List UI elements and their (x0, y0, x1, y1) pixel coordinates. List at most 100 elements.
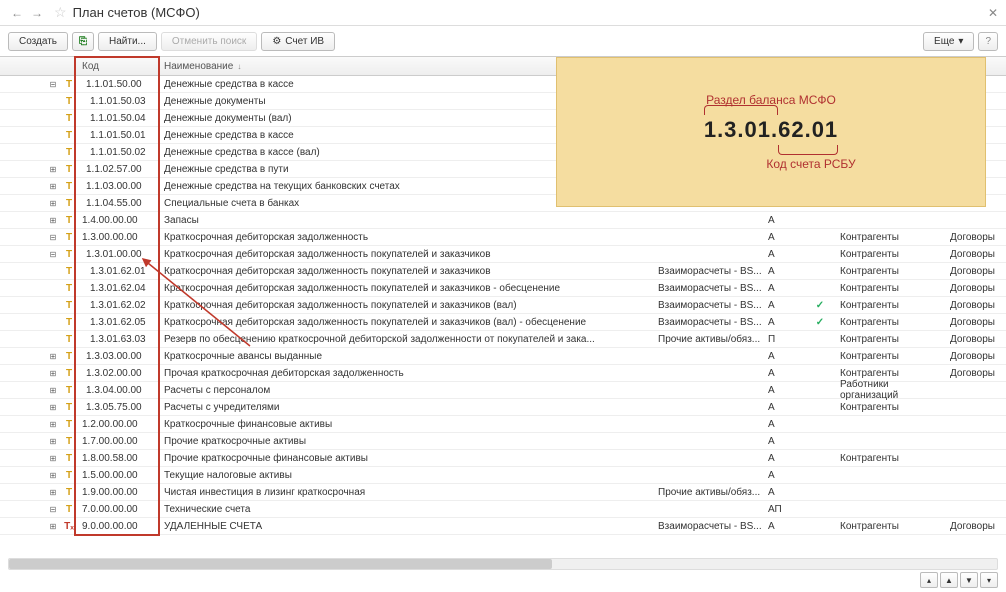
col-code[interactable]: Код (78, 61, 160, 72)
find-button[interactable]: Найти... (98, 32, 157, 51)
type-icon: Т (60, 232, 78, 243)
table-row[interactable]: ⊞Т1.1.03.00.00Денежные средства на текущ… (0, 178, 1006, 195)
scroll-bottom-icon[interactable]: ▾ (980, 572, 998, 588)
col-name[interactable]: Наименование↓ (160, 61, 654, 72)
table-row[interactable]: ⊟Т7.0.00.00.00Технические счетаАП (0, 501, 1006, 518)
collapse-icon[interactable]: ⊟ (48, 249, 58, 259)
accounts-table: Код Наименование↓ ⊟Т1.1.01.50.00Денежные… (0, 56, 1006, 535)
table-row[interactable]: Т1.3.01.62.04Краткосрочная дебиторская з… (0, 280, 1006, 297)
code-cell: 7.0.00.00.00 (78, 504, 160, 515)
type-icon: Т (60, 96, 78, 107)
expand-icon[interactable]: ⊞ (48, 436, 58, 446)
table-row[interactable]: ⊟Т1.1.01.50.00Денежные средства в кассе (0, 76, 1006, 93)
name-cell: Расчеты с учредителями (160, 402, 654, 413)
subconto1-cell: Контрагенты (836, 351, 946, 362)
table-row[interactable]: ⊞Т1.8.00.58.00Прочие краткосрочные финан… (0, 450, 1006, 467)
code-cell: 1.3.01.62.05 (78, 317, 160, 328)
subconto1-cell: Контрагенты (836, 402, 946, 413)
table-row[interactable]: ⊞Тₓ9.0.00.00.00УДАЛЕННЫЕ СЧЕТАВзаиморасч… (0, 518, 1006, 535)
horizontal-scrollbar[interactable] (8, 558, 998, 570)
code-cell: 1.1.01.50.01 (78, 130, 160, 141)
collapse-icon[interactable]: ⊟ (48, 232, 58, 242)
scroll-up-icon[interactable]: ▲ (940, 572, 958, 588)
name-cell: Краткосрочная дебиторская задолженность … (160, 266, 654, 277)
table-row[interactable]: ⊟Т1.3.00.00.00Краткосрочная дебиторская … (0, 229, 1006, 246)
table-row[interactable]: ⊞Т1.9.00.00.00Чистая инвестиция в лизинг… (0, 484, 1006, 501)
accounts-button[interactable]: ⚙ Счет ИВ (261, 32, 335, 51)
table-row[interactable]: ⊞Т1.3.05.75.00Расчеты с учредителямиАКон… (0, 399, 1006, 416)
star-icon[interactable]: ☆ (54, 4, 67, 21)
excel-icon: ⎘ (79, 36, 87, 47)
subconto2-cell: Договоры (946, 232, 1006, 243)
close-icon[interactable]: ✕ (988, 6, 998, 20)
expand-icon[interactable]: ⊞ (48, 198, 58, 208)
create-button[interactable]: Создать (8, 32, 68, 51)
help-button[interactable]: ? (978, 32, 998, 51)
table-row[interactable]: ⊞Т1.4.00.00.00ЗапасыА (0, 212, 1006, 229)
name-cell: Чистая инвестиция в лизинг краткосрочная (160, 487, 654, 498)
page-title: План счетов (МСФО) (73, 5, 200, 20)
table-row[interactable]: Т1.3.01.62.02Краткосрочная дебиторская з… (0, 297, 1006, 314)
table-row[interactable]: Т1.1.01.50.03Денежные документы (0, 93, 1006, 110)
collapse-icon[interactable]: ⊟ (48, 504, 58, 514)
table-row[interactable]: ⊞Т1.7.00.00.00Прочие краткосрочные актив… (0, 433, 1006, 450)
subconto1-cell: Контрагенты (836, 317, 946, 328)
collapse-icon[interactable]: ⊟ (48, 79, 58, 89)
table-row[interactable]: Т1.3.01.62.01Краткосрочная дебиторская з… (0, 263, 1006, 280)
more-button[interactable]: Еще ▾ (923, 32, 974, 51)
subconto2-cell: Договоры (946, 368, 1006, 379)
name-cell: Краткосрочная дебиторская задолженность (160, 232, 654, 243)
excel-export-button[interactable]: ⎘ (72, 32, 94, 51)
type-cell: А (764, 487, 804, 498)
code-cell: 1.3.01.00.00 (78, 249, 160, 260)
code-cell: 1.3.02.00.00 (78, 368, 160, 379)
table-row[interactable]: ⊞Т1.3.04.00.00Расчеты с персоналомАРабот… (0, 382, 1006, 399)
expand-icon[interactable]: ⊞ (48, 402, 58, 412)
expand-icon[interactable]: ⊞ (48, 351, 58, 361)
forward-icon[interactable]: → (28, 4, 46, 22)
expand-icon[interactable]: ⊞ (48, 164, 58, 174)
table-row[interactable]: ⊞Т1.3.03.00.00Краткосрочные авансы выдан… (0, 348, 1006, 365)
expand-icon[interactable]: ⊞ (48, 521, 58, 531)
expand-icon[interactable]: ⊞ (48, 215, 58, 225)
type-icon: Т (60, 130, 78, 141)
type-cell: А (764, 283, 804, 294)
table-row[interactable]: Т1.1.01.50.01Денежные средства в кассе (0, 127, 1006, 144)
back-icon[interactable]: ← (8, 4, 26, 22)
name-cell: Прочие краткосрочные активы (160, 436, 654, 447)
type-cell: А (764, 453, 804, 464)
expand-icon[interactable]: ⊞ (48, 181, 58, 191)
expand-icon[interactable]: ⊞ (48, 419, 58, 429)
table-row[interactable]: Т1.3.01.63.03Резерв по обесценению кратк… (0, 331, 1006, 348)
type-icon: Т (60, 181, 78, 192)
expand-icon[interactable]: ⊞ (48, 385, 58, 395)
view-cell: Взаиморасчеты - BS... (654, 283, 764, 294)
code-cell: 1.3.05.75.00 (78, 402, 160, 413)
table-row[interactable]: ⊟Т1.3.01.00.00Краткосрочная дебиторская … (0, 246, 1006, 263)
type-cell: А (764, 419, 804, 430)
table-row[interactable]: ⊞Т1.1.02.57.00Денежные средства в пути (0, 161, 1006, 178)
scroll-top-icon[interactable]: ▴ (920, 572, 938, 588)
subconto1-cell: Контрагенты (836, 453, 946, 464)
type-icon: Т (60, 453, 78, 464)
table-row[interactable]: Т1.1.01.50.02Денежные средства в кассе (… (0, 144, 1006, 161)
table-row[interactable]: Т1.1.01.50.04Денежные документы (вал) (0, 110, 1006, 127)
scroll-down-icon[interactable]: ▼ (960, 572, 978, 588)
table-row[interactable]: ⊞Т1.1.04.55.00Специальные счета в банках… (0, 195, 1006, 212)
code-cell: 1.3.01.63.03 (78, 334, 160, 345)
expand-icon[interactable]: ⊞ (48, 368, 58, 378)
code-cell: 1.5.00.00.00 (78, 470, 160, 481)
table-row[interactable]: Т1.3.01.62.05Краткосрочная дебиторская з… (0, 314, 1006, 331)
table-row[interactable]: ⊞Т1.5.00.00.00Текущие налоговые активыА (0, 467, 1006, 484)
table-row[interactable]: ⊞Т1.2.00.00.00Краткосрочные финансовые а… (0, 416, 1006, 433)
code-cell: 1.1.03.00.00 (78, 181, 160, 192)
type-cell: АП (764, 504, 804, 515)
type-icon: Т (60, 368, 78, 379)
type-icon: Т (60, 402, 78, 413)
name-cell: Краткосрочная дебиторская задолженность … (160, 249, 654, 260)
expand-icon[interactable]: ⊞ (48, 453, 58, 463)
expand-icon[interactable]: ⊞ (48, 487, 58, 497)
expand-icon[interactable]: ⊞ (48, 470, 58, 480)
type-icon: Т (60, 164, 78, 175)
subconto2-cell: Договоры (946, 521, 1006, 532)
